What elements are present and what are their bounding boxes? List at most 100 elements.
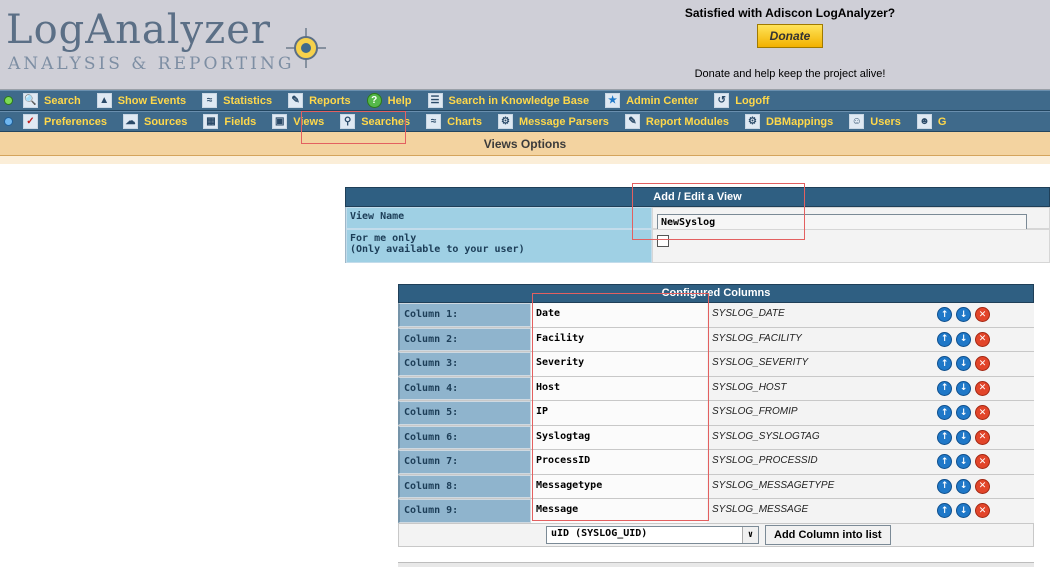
arrow-down-icon[interactable]: ↓ (956, 331, 971, 347)
column-name: Date (531, 303, 707, 327)
menu-item-label: Statistics (223, 94, 273, 107)
arrow-down-icon[interactable]: ↓ (956, 356, 971, 372)
arrow-up-icon[interactable]: ↑ (937, 478, 952, 494)
arrow-down-icon[interactable]: ↓ (956, 405, 971, 421)
delete-icon[interactable]: ✕ (975, 405, 990, 421)
table-row: Column 4: Host SYSLOG_HOST ↑ ↓ ✕ (398, 376, 1034, 401)
column-actions: ↑ ↓ ✕ (907, 499, 1034, 523)
arrow-down-icon[interactable]: ↓ (956, 478, 971, 494)
table-row: Column 9: Message SYSLOG_MESSAGE ↑ ↓ ✕ (398, 499, 1034, 524)
magnifier-icon: 🔍 (23, 93, 38, 108)
column-label: Column 9: (398, 499, 531, 523)
for-me-only-cell (652, 229, 1050, 263)
column-select[interactable]: uID (SYSLOG_UID) ∨ (546, 525, 759, 544)
arrow-up-icon[interactable]: ↑ (937, 405, 952, 421)
menu-item-users[interactable]: ☺ Users (843, 112, 911, 131)
help-icon: ? (366, 93, 382, 108)
column-actions: ↑ ↓ ✕ (907, 475, 1034, 499)
arrow-up-icon[interactable]: ↑ (937, 503, 952, 519)
logo-title: LogAnalyzer (6, 7, 272, 53)
menu-item-label: Help (387, 94, 412, 107)
crosshair-logo-icon (286, 28, 326, 68)
arrow-down-icon[interactable]: ↓ (956, 503, 971, 519)
table-row: Column 3: Severity SYSLOG_SEVERITY ↑ ↓ ✕ (398, 352, 1034, 377)
arrow-up-icon[interactable]: ↑ (937, 429, 952, 445)
delete-icon[interactable]: ✕ (975, 429, 990, 445)
column-actions: ↑ ↓ ✕ (907, 450, 1034, 474)
view-name-cell (652, 207, 1050, 232)
delete-icon[interactable]: ✕ (975, 307, 990, 323)
column-label: Column 3: (398, 352, 531, 376)
column-name: IP (531, 401, 707, 425)
menu-item-knowledge-base[interactable]: ☰ Search in Knowledge Base (422, 91, 600, 110)
arrow-up-icon[interactable]: ↑ (937, 331, 952, 347)
menu-item-label: Message Parsers (519, 115, 609, 128)
menu-item-sources[interactable]: ☁ Sources (117, 112, 197, 131)
next-panel-edge (398, 562, 1034, 567)
column-name: Syslogtag (531, 425, 707, 449)
menu-item-label: Admin Center (626, 94, 699, 107)
arrow-up-icon[interactable]: ↑ (937, 454, 952, 470)
column-label: Column 4: (398, 376, 531, 400)
arrow-up-icon[interactable]: ↑ (937, 307, 952, 323)
delete-icon[interactable]: ✕ (975, 331, 990, 347)
add-column-button[interactable]: Add Column into list (765, 524, 891, 545)
arrow-down-icon[interactable]: ↓ (956, 380, 971, 396)
menu-item-statistics[interactable]: ≈ Statistics (196, 91, 282, 110)
delete-icon[interactable]: ✕ (975, 356, 990, 372)
arrow-down-icon[interactable]: ↓ (956, 307, 971, 323)
menu-item-label: Users (870, 115, 901, 128)
menu-item-label: G (937, 115, 947, 128)
menu-item-search[interactable]: 🔍 Search (17, 91, 91, 110)
subheader-spacer (0, 156, 1050, 164)
menu-item-fields[interactable]: ▦ Fields (197, 112, 266, 131)
menu-item-help[interactable]: ? Help (361, 91, 422, 110)
arrow-down-icon[interactable]: ↓ (956, 454, 971, 470)
menu-item-reports[interactable]: ✎ Reports (282, 91, 361, 110)
menu-item-message-parsers[interactable]: ⚙ Message Parsers (492, 112, 619, 131)
delete-icon[interactable]: ✕ (975, 380, 990, 396)
donate-button[interactable]: Donate (757, 24, 823, 48)
menu-item-show-events[interactable]: ▲ Show Events (91, 91, 196, 110)
menu-item-dbmappings[interactable]: ⚙ DBMappings (739, 112, 843, 131)
for-me-only-row: For me only (Only available to your user… (345, 229, 1050, 263)
column-label: Column 2: (398, 327, 531, 351)
table-row: Column 2: Facility SYSLOG_FACILITY ↑ ↓ ✕ (398, 327, 1034, 352)
menu-item-groups[interactable]: ☻ G (911, 112, 957, 131)
column-actions: ↑ ↓ ✕ (907, 426, 1034, 450)
menu-item-logoff[interactable]: ↺ Logoff (708, 91, 779, 110)
menu-bullet-icon (4, 117, 13, 126)
menu-item-preferences[interactable]: ✓ Preferences (17, 112, 117, 131)
arrow-down-icon[interactable]: ↓ (956, 429, 971, 445)
menu-item-report-modules[interactable]: ✎ Report Modules (619, 112, 739, 131)
arrow-up-icon[interactable]: ↑ (937, 380, 952, 396)
column-field: SYSLOG_FROMIP (712, 406, 798, 417)
edit-view-header: Add / Edit a View (345, 187, 1050, 207)
menu-item-label: DBMappings (766, 115, 834, 128)
app-header: LogAnalyzer ANALYSIS & REPORTING Satisfi… (0, 0, 1050, 90)
promo-line: Donate and help keep the project alive! (694, 68, 886, 80)
menu-item-charts[interactable]: ≈ Charts (420, 112, 492, 131)
menu-item-admin-center[interactable]: ★ Admin Center (599, 91, 708, 110)
menu-item-label: Fields (224, 115, 257, 128)
menu-item-views[interactable]: ▣ Views (266, 112, 334, 131)
column-actions: ↑ ↓ ✕ (907, 328, 1034, 352)
menu-item-label: Preferences (44, 115, 107, 128)
views-icon: ▣ (272, 114, 288, 129)
searches-icon: ⚲ (340, 114, 356, 129)
charts-icon: ≈ (426, 114, 442, 129)
statistics-icon: ≈ (202, 93, 218, 108)
arrow-up-icon[interactable]: ↑ (937, 356, 952, 372)
delete-icon[interactable]: ✕ (975, 454, 990, 470)
column-field: SYSLOG_DATE (712, 308, 785, 319)
delete-icon[interactable]: ✕ (975, 478, 990, 494)
for-me-only-label: For me only (Only available to your user… (346, 229, 652, 263)
configured-columns-table: Configured Columns Column 1: Date SYSLOG_D… (398, 284, 1034, 547)
knowledge-base-icon: ☰ (427, 93, 443, 108)
delete-icon[interactable]: ✕ (975, 503, 990, 519)
table-row: Column 7: ProcessID SYSLOG_PROCESSID ↑ ↓ ✕ (398, 450, 1034, 475)
view-name-row: View Name (345, 207, 1050, 232)
menu-item-searches[interactable]: ⚲ Searches (334, 112, 420, 131)
for-me-only-checkbox[interactable] (657, 235, 669, 247)
menu-item-label: Search (44, 94, 81, 107)
